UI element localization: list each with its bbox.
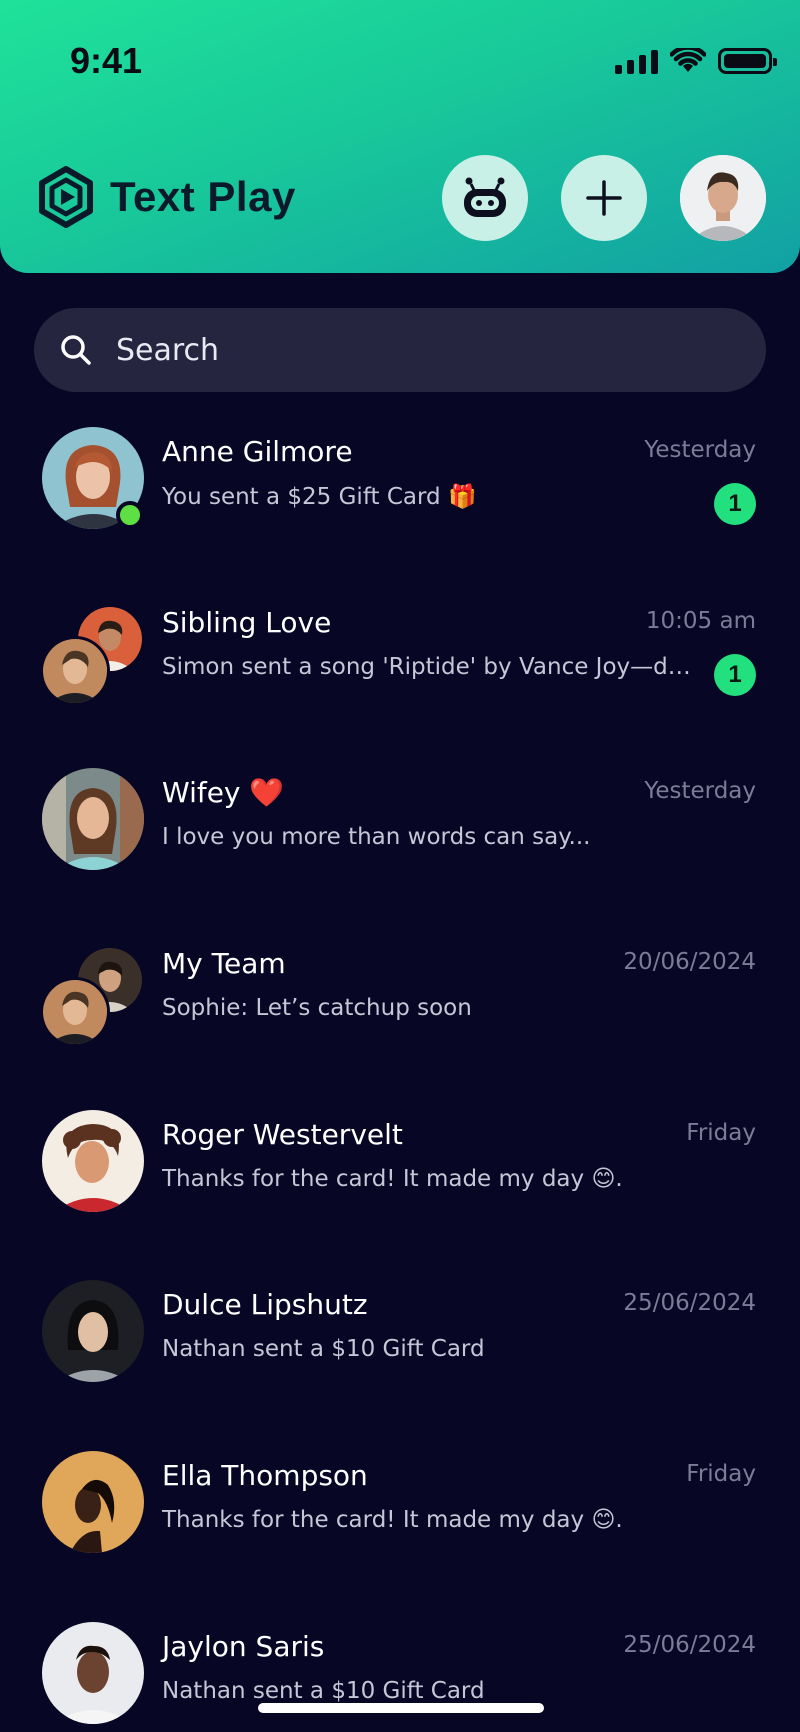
conversation-time: Friday — [686, 1119, 756, 1146]
avatar — [42, 1280, 144, 1383]
search-bar[interactable] — [34, 308, 766, 392]
conversation-name: Wifey ❤️ — [162, 776, 285, 810]
unread-badge: 1 — [714, 483, 756, 525]
conversation-name: Jaylon Saris — [162, 1629, 325, 1663]
chat-list-screen: 9:41 Text Play Search Anne Gilmore Yeste… — [0, 0, 800, 1732]
online-status-dot — [116, 501, 144, 529]
home-indicator[interactable] — [258, 1703, 544, 1713]
conversation-name: Sibling Love — [162, 605, 332, 639]
conversation-name: Dulce Lipshutz — [162, 1288, 368, 1322]
profile-avatar-button[interactable] — [680, 155, 766, 241]
app-title: Text Play — [110, 173, 296, 220]
app-header: 9:41 Text Play — [0, 0, 800, 273]
signal-icon — [615, 48, 658, 74]
conversation-name: My Team — [162, 947, 286, 981]
brand: Text Play — [34, 164, 296, 230]
conversation-preview: Sophie: Let’s catchup soon — [162, 995, 472, 1022]
conversation-time: Yesterday — [644, 437, 756, 463]
group-avatar-back — [40, 635, 110, 706]
new-chat-button[interactable] — [561, 155, 647, 241]
status-bar: 9:41 — [0, 0, 800, 120]
avatar — [42, 1109, 144, 1212]
unread-badge: 1 — [714, 653, 756, 696]
conversation-preview: Thanks for the card! It made my day 😊. — [162, 1507, 623, 1534]
conversation-time: 10:05 am — [645, 607, 756, 634]
avatar — [680, 155, 766, 241]
conversation-time: 25/06/2024 — [623, 1631, 756, 1658]
conversation-name: Ella Thompson — [162, 1459, 368, 1493]
conversation-item[interactable]: Ella Thompson Friday Thanks for the card… — [0, 1429, 800, 1600]
plus-icon — [586, 180, 622, 216]
search-icon — [61, 335, 91, 365]
group-avatar-back — [40, 977, 110, 1048]
conversation-item[interactable]: Dulce Lipshutz 25/06/2024 Nathan sent a … — [0, 1258, 800, 1429]
avatar — [42, 1451, 144, 1554]
conversation-item[interactable]: Roger Westervelt Friday Thanks for the c… — [0, 1088, 800, 1259]
status-time: 9:41 — [70, 40, 143, 81]
conversation-preview: Nathan sent a $10 Gift Card — [162, 1677, 485, 1704]
conversation-preview: Simon sent a song 'Riptide' by Vance Joy… — [162, 653, 692, 680]
logo-icon — [39, 166, 93, 228]
conversation-item[interactable]: My Team 20/06/2024 Sophie: Let’s catchup… — [0, 917, 800, 1088]
battery-icon — [718, 48, 777, 74]
conversation-preview: You sent a $25 Gift Card 🎁 — [162, 484, 477, 510]
conversation-time: 25/06/2024 — [623, 1290, 756, 1317]
conversation-time: Friday — [686, 1461, 756, 1488]
conversation-preview: Thanks for the card! It made my day 😊. — [162, 1165, 623, 1192]
conversation-preview: Nathan sent a $10 Gift Card — [162, 1336, 485, 1363]
conversation-time: 20/06/2024 — [623, 949, 756, 976]
wifi-icon — [670, 48, 706, 72]
conversation-time: Yesterday — [644, 778, 756, 805]
avatar — [42, 1621, 144, 1724]
robot-icon — [464, 177, 506, 217]
conversation-preview: I love you more than words can say... — [162, 824, 591, 851]
conversation-name: Anne Gilmore — [162, 435, 353, 468]
conversation-item[interactable]: Sibling Love 10:05 am Simon sent a song … — [0, 576, 800, 747]
conversation-list: Anne Gilmore Yesterday You sent a $25 Gi… — [0, 405, 800, 1732]
avatar — [42, 768, 144, 871]
conversation-item[interactable]: Wifey ❤️ Yesterday I love you more than … — [0, 746, 800, 917]
search-input[interactable] — [116, 332, 676, 368]
status-icons — [615, 46, 777, 76]
conversation-name: Roger Westervelt — [162, 1117, 403, 1151]
ai-bot-button[interactable] — [442, 155, 528, 241]
conversation-item[interactable]: Anne Gilmore Yesterday You sent a $25 Gi… — [0, 405, 800, 576]
